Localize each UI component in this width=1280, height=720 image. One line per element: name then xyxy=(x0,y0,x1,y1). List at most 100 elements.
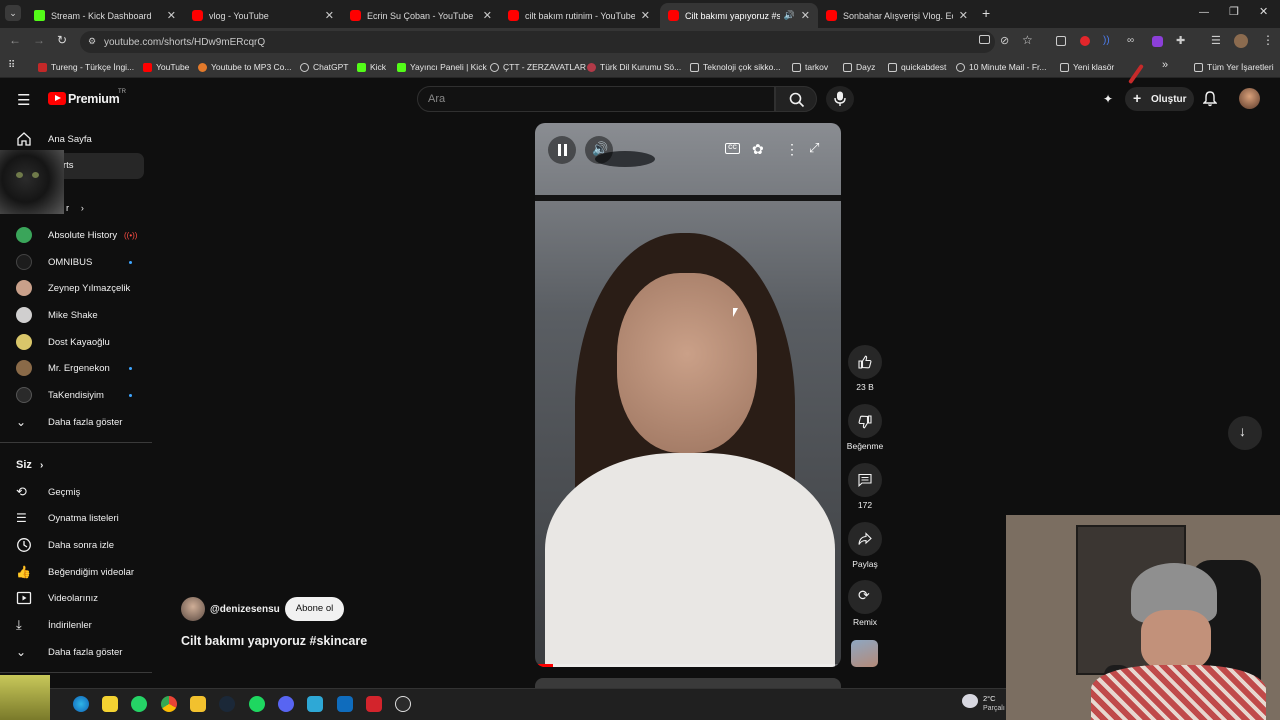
next-short-preview[interactable] xyxy=(535,678,841,688)
tab-search-button[interactable]: ⌄ xyxy=(5,5,21,21)
whatsapp-icon[interactable] xyxy=(131,696,147,712)
share-button[interactable] xyxy=(848,522,882,556)
bookmark-folder[interactable]: Teknoloji çok sikko... xyxy=(690,62,780,72)
sidebar-item-playlists[interactable]: ☰ Oynatma listeleri xyxy=(0,505,152,531)
close-icon[interactable]: ✕ xyxy=(641,9,650,22)
close-icon[interactable]: ✕ xyxy=(483,9,492,22)
you-section-header[interactable]: Siz › xyxy=(16,459,43,471)
bookmark-item[interactable]: YouTube xyxy=(143,62,189,72)
voice-search-button[interactable] xyxy=(826,86,854,112)
all-bookmarks-folder[interactable]: Tüm Yer İşaretleri xyxy=(1194,62,1274,72)
bookmark-folder[interactable]: quickabdest xyxy=(888,62,946,72)
close-icon[interactable]: ✕ xyxy=(801,9,810,22)
sidebar-show-more-2[interactable]: ⌄ Daha fazla göster xyxy=(0,639,152,665)
cast-icon[interactable] xyxy=(979,35,990,44)
sticky-notes-icon[interactable] xyxy=(102,696,118,712)
sidebar-item-home[interactable]: Ana Sayfa xyxy=(0,126,152,152)
hamburger-menu-icon[interactable]: ☰ xyxy=(17,91,30,109)
bookmark-star-icon[interactable]: ☆ xyxy=(1022,33,1033,47)
chrome-icon[interactable] xyxy=(161,696,177,712)
bookmark-folder[interactable]: Dayz xyxy=(843,62,875,72)
sidebar-item-liked-videos[interactable]: 👍 Beğendiğim videolar xyxy=(0,559,152,585)
file-explorer-icon[interactable] xyxy=(190,696,206,712)
sidebar-item-takendisiyim[interactable]: TaKendisiyim xyxy=(0,382,152,408)
dislike-button[interactable] xyxy=(848,404,882,438)
browser-tab[interactable]: Sonbahar Alışverişi Vlog. Ecrin ✕ xyxy=(818,3,976,28)
restore-icon[interactable]: ❐ xyxy=(1229,5,1239,18)
bookmark-item[interactable]: Yayıncı Paneli | Kick xyxy=(397,62,487,72)
discord-icon[interactable] xyxy=(278,696,294,712)
sound-thumbnail[interactable] xyxy=(851,640,878,667)
bookmark-folder[interactable]: tarkov xyxy=(792,62,828,72)
minimize-icon[interactable]: — xyxy=(1199,7,1209,18)
sidebar-item-omnibus[interactable]: OMNIBUS xyxy=(0,249,152,275)
bookmark-item[interactable]: Tureng - Türkçe İngi... xyxy=(38,62,134,72)
notifications-bell-icon[interactable] xyxy=(1203,91,1217,107)
new-tab-button[interactable]: + xyxy=(982,5,990,21)
browser-tab[interactable]: cilt bakım rutinim - YouTube ✕ xyxy=(500,3,658,28)
settings-gear-icon[interactable]: ✿ xyxy=(752,141,764,158)
browser-tab[interactable]: Ecrin Su Çoban - YouTube ✕ xyxy=(342,3,500,28)
volume-button[interactable]: 🔊 xyxy=(585,136,613,164)
extension-blue-icon[interactable]: )) xyxy=(1103,35,1110,46)
youtube-logo-icon[interactable] xyxy=(48,92,66,105)
bookmark-item[interactable]: Youtube to MP3 Co... xyxy=(198,62,292,72)
extension-purple-icon[interactable] xyxy=(1152,36,1163,47)
reading-list-icon[interactable]: ☰ xyxy=(1211,34,1221,47)
eye-off-icon[interactable]: ⊘ xyxy=(1000,34,1009,47)
sidebar-item-mike-shake[interactable]: Mike Shake xyxy=(0,302,152,328)
steam-icon[interactable] xyxy=(219,696,235,712)
close-icon[interactable]: ✕ xyxy=(959,9,968,22)
extensions-puzzle-icon[interactable]: ✚ xyxy=(1176,34,1185,47)
fullscreen-icon[interactable]: ⤢ xyxy=(809,140,819,156)
extension-icon[interactable] xyxy=(1056,36,1066,46)
site-info-icon[interactable]: ⚙ xyxy=(88,36,96,47)
bookmark-folder[interactable]: Yeni klasör xyxy=(1060,62,1114,72)
bookmark-item[interactable]: ÇTT - ZERZAVATLAR xyxy=(490,62,586,72)
acrobat-icon[interactable] xyxy=(366,696,382,712)
bookmark-item[interactable]: ChatGPT xyxy=(300,62,348,72)
sidebar-item-downloads[interactable]: ⤓ İndirilenler xyxy=(0,612,152,638)
forward-icon[interactable]: → xyxy=(33,33,45,47)
sidebar-item-zeynep[interactable]: Zeynep Yılmazçelik xyxy=(0,275,152,301)
search-button[interactable] xyxy=(775,86,817,112)
close-icon[interactable]: ✕ xyxy=(167,9,176,22)
edge-icon[interactable] xyxy=(73,696,89,712)
like-button[interactable] xyxy=(848,345,882,379)
subscriptions-header[interactable]: r › xyxy=(66,203,84,214)
sidebar-item-your-videos[interactable]: Videolarınız xyxy=(0,585,152,611)
sidebar-item-absolute-history[interactable]: Absolute History ((•)) xyxy=(0,222,152,248)
spotify-icon[interactable] xyxy=(249,696,265,712)
more-options-icon[interactable]: ⋮ xyxy=(785,141,799,158)
extension-red-icon[interactable] xyxy=(1080,36,1090,46)
subscribe-button[interactable]: Abone ol xyxy=(285,597,344,621)
bookmark-item[interactable]: 10 Minute Mail - Fr... xyxy=(956,62,1046,72)
next-short-button[interactable]: ↓ xyxy=(1228,416,1262,450)
bookmarks-overflow-icon[interactable]: » xyxy=(1162,59,1168,71)
bookmark-item[interactable]: Türk Dil Kurumu Sö... xyxy=(587,62,681,72)
remix-button[interactable]: ⟳ xyxy=(848,580,882,614)
sidebar-item-history[interactable]: ⟲ Geçmiş xyxy=(0,479,152,505)
pause-button[interactable] xyxy=(548,136,576,164)
bookmark-item[interactable]: Kick xyxy=(357,62,386,72)
speaker-icon[interactable]: 🔊 xyxy=(784,10,795,21)
search-input[interactable]: Ara xyxy=(417,86,775,112)
sidebar-item-dost-kayaoglu[interactable]: Dost Kayaoğlu xyxy=(0,329,152,355)
profile-avatar[interactable] xyxy=(1234,34,1248,48)
sidebar-item-mr-ergenekon[interactable]: Mr. Ergenekon xyxy=(0,355,152,381)
account-avatar[interactable] xyxy=(1239,88,1260,109)
comments-button[interactable] xyxy=(848,463,882,497)
close-window-icon[interactable]: ✕ xyxy=(1259,5,1268,18)
close-icon[interactable]: ✕ xyxy=(325,9,334,22)
create-video-icon[interactable]: ✦ xyxy=(1103,92,1113,106)
address-bar[interactable]: ⚙ youtube.com/shorts/HDw9mERcqrQ xyxy=(80,31,995,53)
sidebar-show-more[interactable]: ⌄ Daha fazla göster xyxy=(0,409,152,435)
outlook-icon[interactable] xyxy=(337,696,353,712)
browser-tab-active[interactable]: Cilt bakımı yapıyoruz #skinc 🔊 ✕ xyxy=(660,3,818,28)
browser-tab[interactable]: vlog - YouTube ✕ xyxy=(184,3,342,28)
captions-icon[interactable]: CC xyxy=(725,143,740,154)
back-icon[interactable]: ← xyxy=(9,33,21,47)
sidebar-item-watch-later[interactable]: Daha sonra izle xyxy=(0,532,152,558)
obs-icon[interactable] xyxy=(395,696,411,712)
create-button[interactable]: + Oluştur xyxy=(1125,87,1194,111)
